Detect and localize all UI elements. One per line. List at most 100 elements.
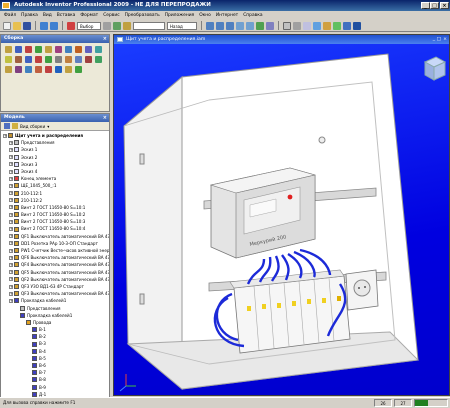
- tree-item[interactable]: В-6: [3, 362, 109, 369]
- tree-item[interactable]: +210-112:1: [3, 190, 109, 197]
- expand-icon[interactable]: +: [9, 248, 13, 253]
- tree-item[interactable]: + Прокладка кабелей1: [3, 297, 109, 304]
- select-mode-dropdown[interactable]: Выбор: [77, 21, 101, 30]
- close-icon[interactable]: ×: [103, 114, 107, 122]
- tree-item[interactable]: В-9: [3, 384, 109, 391]
- new-icon[interactable]: [3, 21, 11, 30]
- save-icon[interactable]: [23, 21, 31, 30]
- expand-icon[interactable]: [27, 349, 31, 354]
- tree-item[interactable]: + ЩЕ_1045_500_:1: [3, 182, 109, 189]
- redo-icon[interactable]: [50, 21, 58, 30]
- expand-icon[interactable]: +: [3, 133, 7, 138]
- zoom-window-icon[interactable]: [216, 21, 224, 30]
- assembly-tool-icon[interactable]: [55, 66, 62, 73]
- quarter-section-icon[interactable]: [333, 21, 341, 30]
- expand-icon[interactable]: +: [9, 255, 13, 260]
- assembly-tool-icon[interactable]: [75, 56, 82, 63]
- expand-icon[interactable]: +: [9, 298, 13, 303]
- browser-view-selector[interactable]: Вид сборки: [20, 124, 45, 129]
- assembly-tool-icon[interactable]: [35, 66, 42, 73]
- expand-icon[interactable]: +: [9, 212, 13, 217]
- assembly-tool-icon[interactable]: [65, 56, 72, 63]
- close-icon[interactable]: ×: [103, 35, 107, 43]
- select-arrow-icon[interactable]: [67, 21, 75, 30]
- tree-item[interactable]: Представления: [3, 305, 109, 312]
- menu-item[interactable]: Файл: [4, 13, 16, 18]
- assembly-tool-icon[interactable]: [25, 46, 32, 53]
- chevron-down-icon[interactable]: ▾: [47, 124, 49, 129]
- assembly-tool-icon[interactable]: [15, 56, 22, 63]
- expand-icon[interactable]: +: [9, 169, 13, 174]
- zoom-all-icon[interactable]: [206, 21, 214, 30]
- tree-item[interactable]: В-5: [3, 355, 109, 362]
- expand-icon[interactable]: +: [9, 241, 13, 246]
- tree-item[interactable]: + QF4 Выключатель автоматический ВА 47-29…: [3, 261, 109, 268]
- assembly-tool-icon[interactable]: [45, 46, 52, 53]
- tree-item[interactable]: + Эскиз 4: [3, 168, 109, 175]
- tree-item[interactable]: В-2: [3, 333, 109, 340]
- menu-item[interactable]: Преобразовать: [125, 13, 160, 18]
- tree-item[interactable]: В-4: [3, 348, 109, 355]
- expand-icon[interactable]: +: [9, 162, 13, 167]
- tree-item[interactable]: + Эскиз 2: [3, 154, 109, 161]
- assembly-tool-icon[interactable]: [75, 66, 82, 73]
- tree-item[interactable]: Прокладка кабелей1: [3, 312, 109, 319]
- assembly-tool-icon[interactable]: [65, 46, 72, 53]
- expand-icon[interactable]: +: [9, 277, 13, 282]
- assembly-tool-icon[interactable]: [25, 66, 32, 73]
- inventor-app-icon[interactable]: [2, 2, 10, 9]
- help-icon[interactable]: [353, 21, 361, 30]
- tree-item[interactable]: + Эскиз 3: [3, 161, 109, 168]
- tree-item[interactable]: + Эскиз 1: [3, 146, 109, 153]
- section-view-icon[interactable]: [313, 21, 321, 30]
- din-socket[interactable]: [345, 269, 379, 311]
- tree-item[interactable]: + QF3 УЗО ВД1-63 4Р Стандарт: [3, 283, 109, 290]
- pan-icon[interactable]: [236, 21, 244, 30]
- maximize-button[interactable]: □: [430, 2, 439, 9]
- tree-item[interactable]: + Винт 2 ГОСТ 11650-80 S=10:4: [3, 225, 109, 232]
- expand-icon[interactable]: [15, 306, 19, 311]
- half-section-icon[interactable]: [323, 21, 331, 30]
- tree-item[interactable]: + Представления: [3, 139, 109, 146]
- expand-icon[interactable]: +: [9, 291, 13, 296]
- assembly-tool-icon[interactable]: [5, 56, 12, 63]
- expand-icon[interactable]: +: [9, 234, 13, 239]
- assembly-tool-icon[interactable]: [35, 46, 42, 53]
- expand-icon[interactable]: [27, 392, 31, 397]
- menu-item[interactable]: Приложения: [165, 13, 194, 18]
- tree-item[interactable]: +210-112:2: [3, 197, 109, 204]
- tree-item[interactable]: + QF3 Выключатель автоматический ВА 47-29…: [3, 290, 109, 297]
- assembly-tool-icon[interactable]: [95, 56, 102, 63]
- assembly-tool-icon[interactable]: [85, 46, 92, 53]
- zoom-selected-icon[interactable]: [246, 21, 254, 30]
- undo-icon[interactable]: [40, 21, 48, 30]
- assembly-tool-icon[interactable]: [95, 46, 102, 53]
- assembly-tool-icon[interactable]: [65, 66, 72, 73]
- expand-icon[interactable]: +: [9, 219, 13, 224]
- assembly-tool-icon[interactable]: [15, 66, 22, 73]
- menu-item[interactable]: Сервис: [103, 13, 119, 18]
- expand-icon[interactable]: [27, 356, 31, 361]
- expand-icon[interactable]: [27, 385, 31, 390]
- expand-icon[interactable]: +: [9, 284, 13, 289]
- expand-icon[interactable]: +: [9, 198, 13, 203]
- back-button[interactable]: Назад: [167, 21, 197, 30]
- expand-icon[interactable]: +: [9, 270, 13, 275]
- tree-item[interactable]: В-7: [3, 369, 109, 376]
- expand-icon[interactable]: +: [9, 183, 13, 188]
- tree-item[interactable]: + QF2 Выключатель автоматический ВА 47-29…: [3, 276, 109, 283]
- tree-item[interactable]: + PW1 Счетчик Весте-часов активной энерги…: [3, 247, 109, 254]
- close-icon[interactable]: ×: [443, 35, 447, 44]
- color-icon[interactable]: [123, 21, 131, 30]
- update-icon[interactable]: [103, 21, 111, 30]
- close-button[interactable]: ×: [440, 2, 449, 9]
- assembly-tool-icon[interactable]: [45, 66, 52, 73]
- menu-item[interactable]: Формат: [80, 13, 98, 18]
- assembly-tool-icon[interactable]: [55, 46, 62, 53]
- zoom-icon[interactable]: [226, 21, 234, 30]
- expand-icon[interactable]: +: [9, 140, 13, 145]
- display-mode-icon[interactable]: [283, 21, 291, 30]
- assembly-tool-icon[interactable]: [75, 46, 82, 53]
- expand-icon[interactable]: [15, 313, 19, 318]
- end-section-icon[interactable]: [343, 21, 351, 30]
